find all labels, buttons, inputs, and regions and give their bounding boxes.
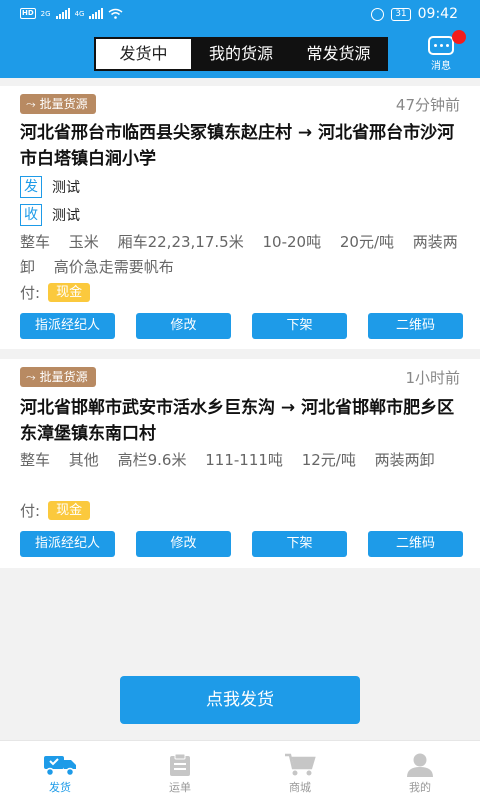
nav-ship[interactable]: 发货 bbox=[0, 741, 120, 800]
spec-weight: 10-20吨 bbox=[262, 233, 322, 251]
card-actions: 指派经纪人 修改 下架 二维码 bbox=[20, 313, 463, 339]
bottom-nav: 发货 运单 商城 我的 bbox=[0, 740, 480, 800]
route-text: 河北省邯郸市武安市活水乡巨东沟 → 河北省邯郸市肥乡区东漳堡镇东南口村 bbox=[20, 398, 455, 444]
clipboard-icon bbox=[170, 753, 190, 776]
badge-label: 批量货源 bbox=[39, 370, 88, 384]
hd-icon: HD bbox=[20, 8, 36, 19]
unlist-button[interactable]: 下架 bbox=[252, 313, 347, 339]
assign-broker-button[interactable]: 指派经纪人 bbox=[20, 313, 115, 339]
edit-button[interactable]: 修改 bbox=[136, 531, 231, 557]
assign-broker-button[interactable]: 指派经纪人 bbox=[20, 531, 115, 557]
spec-price: 12元/吨 bbox=[301, 451, 356, 469]
sender-name: 测试 bbox=[52, 180, 80, 196]
truck-icon bbox=[44, 756, 76, 777]
nav-waybill-label: 运单 bbox=[169, 781, 191, 794]
cargo-specs: 整车 其他 高栏9.6米 111-111吨 12元/吨 两装两卸 bbox=[20, 448, 465, 473]
alarm-icon bbox=[371, 7, 385, 21]
unlist-button[interactable]: 下架 bbox=[252, 531, 347, 557]
payment-method-badge: 现金 bbox=[48, 501, 91, 520]
header: HD 2G 4G 31 09:42 发货中 我的货源 常发货源 消息 bbox=[0, 0, 480, 78]
edit-button[interactable]: 修改 bbox=[136, 313, 231, 339]
merge-arrow-icon: ⤳ bbox=[26, 370, 36, 384]
badge-label: 批量货源 bbox=[39, 97, 88, 111]
cart-icon bbox=[285, 753, 316, 776]
spec-weight: 111-111吨 bbox=[205, 451, 283, 469]
payment-method-badge: 现金 bbox=[48, 283, 91, 302]
spec-goods: 玉米 bbox=[68, 233, 99, 251]
card-actions: 指派经纪人 修改 下架 二维码 bbox=[20, 531, 463, 557]
batch-badge: ⤳ 批量货源 bbox=[20, 367, 96, 387]
publish-cargo-button[interactable]: 点我发货 bbox=[120, 676, 360, 724]
nav-mine[interactable]: 我的 bbox=[360, 741, 480, 800]
spec-vehicle: 高栏9.6米 bbox=[117, 451, 187, 469]
network-4g-label: 4G bbox=[74, 9, 85, 18]
sender-tag: 发 bbox=[20, 176, 42, 198]
payment-row: 付: 现金 bbox=[20, 282, 91, 303]
post-time: 47分钟前 bbox=[395, 96, 460, 114]
nav-mall[interactable]: 商城 bbox=[240, 741, 360, 800]
spec-goods: 其他 bbox=[68, 451, 99, 469]
nav-mine-label: 我的 bbox=[409, 781, 431, 794]
spec-price: 20元/吨 bbox=[339, 233, 395, 251]
chat-icon bbox=[428, 36, 454, 55]
status-bar: HD 2G 4G 31 09:42 bbox=[0, 0, 480, 30]
merge-arrow-icon: ⤳ bbox=[26, 97, 36, 111]
notification-dot bbox=[452, 30, 466, 44]
post-time: 1小时前 bbox=[405, 369, 460, 387]
message-label: 消息 bbox=[431, 61, 451, 72]
person-icon bbox=[407, 753, 433, 777]
payment-label: 付: bbox=[20, 502, 41, 520]
tab-bar: 发货中 我的货源 常发货源 bbox=[94, 37, 388, 71]
cargo-specs: 整车 玉米 厢车22,23,17.5米 10-20吨 20元/吨 两装两卸 高价… bbox=[20, 230, 465, 280]
spec-vehicle: 厢车22,23,17.5米 bbox=[117, 233, 244, 251]
signal-icon bbox=[55, 8, 70, 19]
receiver-tag: 收 bbox=[20, 204, 42, 226]
cargo-card: ⤳ 批量货源 47分钟前 河北省邢台市临西县尖冢镇东赵庄村 → 河北省邢台市沙河… bbox=[0, 86, 480, 349]
sender-row: 发 测试 bbox=[20, 176, 80, 198]
payment-label: 付: bbox=[20, 284, 41, 302]
nav-ship-label: 发货 bbox=[49, 781, 71, 794]
nav-mall-label: 商城 bbox=[289, 781, 311, 794]
spec-truck-type: 整车 bbox=[20, 233, 51, 251]
signal-icon bbox=[89, 8, 104, 19]
qrcode-button[interactable]: 二维码 bbox=[368, 531, 463, 557]
receiver-name: 测试 bbox=[52, 208, 80, 224]
nav-waybill[interactable]: 运单 bbox=[120, 741, 240, 800]
receiver-row: 收 测试 bbox=[20, 204, 80, 226]
route-text: 河北省邢台市临西县尖冢镇东赵庄村 → 河北省邢台市沙河市白塔镇白涧小学 bbox=[20, 123, 455, 169]
cargo-card: ⤳ 批量货源 1小时前 河北省邯郸市武安市活水乡巨东沟 → 河北省邯郸市肥乡区东… bbox=[0, 359, 480, 568]
batch-badge: ⤳ 批量货源 bbox=[20, 94, 96, 114]
spec-truck-type: 整车 bbox=[20, 451, 51, 469]
tab-my-cargo[interactable]: 我的货源 bbox=[193, 39, 289, 69]
qrcode-button[interactable]: 二维码 bbox=[368, 313, 463, 339]
spec-note: 高价急走需要帆布 bbox=[53, 258, 174, 276]
clock: 09:42 bbox=[417, 6, 458, 22]
wifi-icon bbox=[108, 8, 123, 19]
network-2g-label: 2G bbox=[40, 9, 51, 18]
battery-icon: 31 bbox=[391, 7, 411, 21]
payment-row: 付: 现金 bbox=[20, 500, 91, 521]
tab-shipping[interactable]: 发货中 bbox=[96, 39, 191, 69]
spec-loading: 两装两卸 bbox=[374, 451, 435, 469]
tab-frequent-cargo[interactable]: 常发货源 bbox=[291, 39, 386, 69]
